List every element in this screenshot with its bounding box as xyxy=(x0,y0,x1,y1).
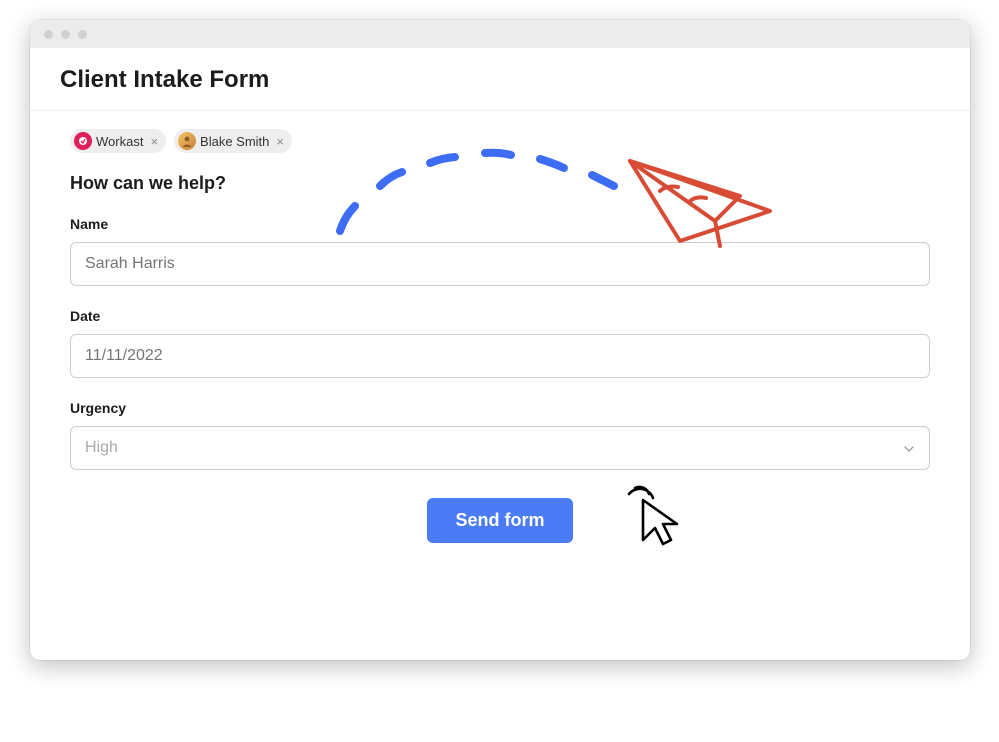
traffic-light-zoom-icon[interactable] xyxy=(78,30,87,39)
traffic-light-minimize-icon[interactable] xyxy=(61,30,70,39)
page-header: Client Intake Form xyxy=(30,48,970,111)
titlebar xyxy=(30,20,970,48)
app-window: Client Intake Form xyxy=(30,20,970,660)
chevron-down-icon xyxy=(903,442,915,454)
field-group-urgency: Urgency High xyxy=(70,400,930,470)
traffic-light-close-icon[interactable] xyxy=(44,30,53,39)
recipient-chips: Workast × Blake Smith × xyxy=(70,129,930,153)
date-input[interactable] xyxy=(70,334,930,378)
urgency-select[interactable]: High xyxy=(70,426,930,470)
field-group-name: Name xyxy=(70,216,930,286)
workast-app-icon xyxy=(74,132,92,150)
urgency-label: Urgency xyxy=(70,400,930,416)
cursor-click-icon xyxy=(625,480,685,552)
name-input[interactable] xyxy=(70,242,930,286)
close-icon[interactable]: × xyxy=(276,134,284,149)
field-group-date: Date xyxy=(70,308,930,378)
chip-blake-smith[interactable]: Blake Smith × xyxy=(174,129,292,153)
form-question: How can we help? xyxy=(70,173,930,194)
name-label: Name xyxy=(70,216,930,232)
user-avatar-icon xyxy=(178,132,196,150)
page-title: Client Intake Form xyxy=(60,66,940,94)
submit-row: Send form xyxy=(70,498,930,543)
chip-label: Workast xyxy=(96,134,143,149)
chip-label: Blake Smith xyxy=(200,134,269,149)
form-content: Workast × Blake Smith × How can we help?… xyxy=(30,111,970,563)
date-label: Date xyxy=(70,308,930,324)
chip-workast[interactable]: Workast × xyxy=(70,129,166,153)
urgency-value: High xyxy=(85,439,118,457)
send-form-button[interactable]: Send form xyxy=(427,498,572,543)
close-icon[interactable]: × xyxy=(150,134,158,149)
